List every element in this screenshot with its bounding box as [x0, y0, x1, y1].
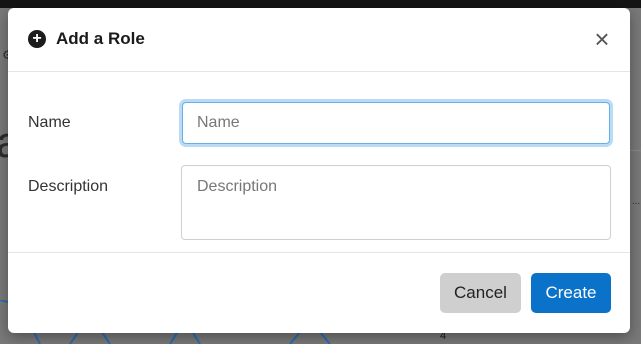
- add-role-modal: + Add a Role × Name Description Cancel C…: [8, 8, 630, 333]
- description-label: Description: [28, 178, 109, 195]
- modal-title: Add a Role: [56, 29, 145, 48]
- modal-header: + Add a Role ×: [8, 8, 630, 72]
- description-input[interactable]: [181, 165, 611, 240]
- plus-circle-icon: +: [28, 30, 46, 48]
- name-input[interactable]: [182, 102, 610, 144]
- name-label: Name: [28, 114, 71, 131]
- modal-body: Name Description: [8, 72, 630, 252]
- modal-footer: Cancel Create: [8, 252, 630, 333]
- create-button[interactable]: Create: [531, 273, 611, 313]
- background-ellipsis: ...: [632, 196, 641, 207]
- cancel-button[interactable]: Cancel: [440, 273, 521, 313]
- app-top-bar: [0, 0, 641, 8]
- close-button[interactable]: ×: [592, 26, 612, 52]
